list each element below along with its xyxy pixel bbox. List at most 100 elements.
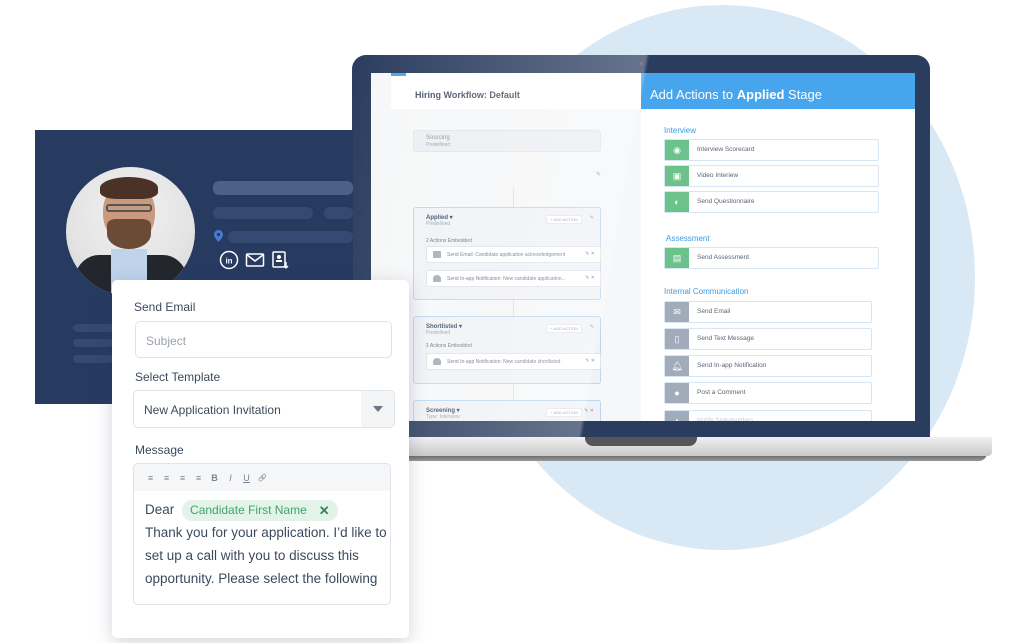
location-placeholder-bar bbox=[228, 231, 353, 243]
bell-icon bbox=[433, 358, 441, 365]
action-send-questionnaire[interactable]: ◐ Send Questionnaire bbox=[664, 191, 879, 213]
avatar-glasses bbox=[106, 204, 152, 212]
detail-placeholder-bar bbox=[73, 355, 113, 363]
bulleted-list-icon[interactable]: ≡ bbox=[146, 473, 155, 483]
action-text: Send In-app Notification: New candidate … bbox=[447, 276, 566, 282]
mail-icon: ✉ bbox=[665, 302, 689, 322]
link-icon[interactable]: 🔗 bbox=[258, 474, 267, 482]
template-select[interactable]: New Application Invitation bbox=[133, 390, 395, 428]
action-label: Send Email bbox=[697, 308, 731, 315]
merge-tag-label: Candidate First Name bbox=[190, 502, 307, 517]
stage-name: Sourcing bbox=[426, 135, 450, 141]
message-label: Message bbox=[135, 443, 184, 457]
action-interview-scorecard[interactable]: ◉ Interview Scorecard bbox=[664, 139, 879, 161]
embedded-action[interactable]: Send Email: Candidate application acknow… bbox=[426, 246, 601, 263]
mail-icon[interactable] bbox=[245, 250, 265, 270]
stage-name[interactable]: Screening ▾ bbox=[426, 407, 460, 414]
actions-count: 1 Actions Embedded bbox=[426, 343, 472, 349]
editor-toolbar: ≡ ≡ ≡ ≡ B I U 🔗 bbox=[134, 464, 390, 491]
subject-input[interactable]: Subject bbox=[135, 321, 392, 358]
action-send-assessment[interactable]: ▤ Send Assessment bbox=[664, 247, 879, 269]
merge-tag-chip[interactable]: Candidate First Name ✕ bbox=[182, 499, 338, 522]
workflow-title: Hiring Workflow: Default bbox=[415, 90, 520, 100]
embedded-action[interactable]: Send In-app Notification: New candidate … bbox=[426, 353, 601, 370]
stage-subtitle: Predefined bbox=[426, 221, 451, 227]
panel-title: Add Actions to Applied Stage bbox=[650, 87, 822, 102]
stage-card-shortlisted[interactable]: Shortlisted ▾ Predefined + ADD ACTION ✎ … bbox=[413, 316, 601, 384]
underline-icon[interactable]: U bbox=[242, 473, 251, 483]
message-body[interactable]: Dear Candidate First Name ✕ Thank you fo… bbox=[145, 498, 390, 590]
action-send-in-app-notification[interactable]: 🔔︎ Send In-app Notification bbox=[664, 355, 872, 377]
title-stage: Applied bbox=[736, 87, 785, 102]
phone-message-icon: ▯ bbox=[665, 329, 689, 349]
action-label: Post a Comment bbox=[697, 389, 746, 396]
candidate-avatar bbox=[66, 167, 195, 296]
section-internal-communication: Internal Communication bbox=[664, 287, 749, 296]
drag-handle-icon[interactable]: ⋮⋮ bbox=[417, 343, 429, 350]
action-send-text-message[interactable]: ▯ Send Text Message bbox=[664, 328, 872, 350]
laptop-screen: Hiring Workflow: Default ✎ Sourcing Pred… bbox=[371, 73, 915, 421]
comment-icon: ● bbox=[665, 383, 689, 403]
action-label: Video Interiew bbox=[697, 172, 739, 179]
form-title: Send Email bbox=[134, 300, 196, 314]
stage-card-applied[interactable]: Applied ▾ Predefined + ADD ACTION ✎ 2 Ac… bbox=[413, 207, 601, 300]
subject-placeholder: Subject bbox=[146, 334, 187, 348]
stage-name[interactable]: Applied ▾ bbox=[426, 214, 453, 221]
action-controls[interactable]: ✎ ✕ bbox=[585, 358, 595, 364]
section-assessment: Assessment bbox=[666, 234, 710, 243]
mail-icon bbox=[433, 251, 441, 258]
action-label: Interview Scorecard bbox=[697, 146, 755, 153]
chevron-down-icon bbox=[372, 406, 383, 412]
edit-icon[interactable]: ✎ bbox=[590, 324, 594, 330]
numbered-list-icon[interactable]: ≡ bbox=[162, 473, 171, 483]
message-editor[interactable]: ≡ ≡ ≡ ≡ B I U 🔗 Dear Candidate First Nam… bbox=[133, 463, 391, 605]
edit-icon[interactable]: ✎ bbox=[596, 171, 601, 178]
align-center-icon[interactable]: ≡ bbox=[194, 473, 203, 483]
notify-icon: ▲ bbox=[665, 411, 689, 421]
marketing-composite: Hiring Workflow: Default ✎ Sourcing Pred… bbox=[0, 0, 1024, 643]
dropdown-toggle[interactable] bbox=[361, 391, 394, 427]
resume-download-icon[interactable] bbox=[270, 250, 290, 270]
video-icon: ▣ bbox=[665, 166, 689, 186]
stage-card-sourcing[interactable]: Sourcing Predefined bbox=[413, 130, 601, 152]
laptop-notch bbox=[585, 437, 697, 446]
section-interview: Interview bbox=[664, 126, 697, 135]
edit-icon[interactable]: ✎ ✕ bbox=[584, 408, 594, 414]
avatar-hair bbox=[100, 177, 158, 199]
action-post-comment[interactable]: ● Post a Comment bbox=[664, 382, 872, 404]
detail-placeholder-bar bbox=[73, 339, 113, 347]
edit-icon[interactable]: ✎ bbox=[590, 215, 594, 221]
add-actions-panel: Add Actions to Applied Stage Interview ◉… bbox=[641, 73, 915, 421]
action-send-email[interactable]: ✉ Send Email bbox=[664, 301, 872, 323]
action-video-interview[interactable]: ▣ Video Interiew bbox=[664, 165, 879, 187]
bold-icon[interactable]: B bbox=[210, 473, 219, 483]
avatar-beard bbox=[107, 219, 151, 249]
linkedin-icon[interactable]: in bbox=[219, 250, 239, 270]
add-action-button[interactable]: + ADD ACTION bbox=[546, 215, 582, 224]
align-left-icon[interactable]: ≡ bbox=[178, 473, 187, 483]
stage-subtitle: Type: Interview bbox=[426, 414, 460, 420]
greeting-text: Dear bbox=[145, 502, 175, 517]
title-suffix: Stage bbox=[784, 87, 822, 102]
action-notify-stakeholders[interactable]: ▲ Notify Stakeholders bbox=[664, 410, 872, 421]
detail-placeholder-bar bbox=[73, 324, 113, 332]
stage-card-screening[interactable]: Screening ▾ Type: Interview + ADD ACTION… bbox=[413, 400, 601, 421]
template-label: Select Template bbox=[135, 370, 221, 384]
italic-icon[interactable]: I bbox=[226, 473, 235, 483]
stage-subtitle: Predefined bbox=[426, 330, 451, 336]
remove-tag-icon[interactable]: ✕ bbox=[319, 499, 330, 522]
action-label: Notify Stakeholders bbox=[697, 417, 754, 421]
laptop-camera bbox=[640, 62, 643, 65]
action-controls[interactable]: ✎ ✕ bbox=[585, 275, 595, 281]
name-placeholder-bar bbox=[213, 181, 353, 195]
workflow-header: Hiring Workflow: Default bbox=[391, 73, 641, 109]
bell-icon bbox=[433, 275, 441, 282]
stage-name[interactable]: Shortlisted ▾ bbox=[426, 323, 462, 330]
action-controls[interactable]: ✎ ✕ bbox=[585, 251, 595, 257]
send-email-form: Send Email Subject Select Template New A… bbox=[112, 280, 409, 638]
add-action-button[interactable]: + ADD ACTION bbox=[546, 324, 582, 333]
add-action-button[interactable]: + ADD ACTION bbox=[546, 408, 582, 417]
bell-icon: 🔔︎ bbox=[665, 356, 689, 376]
embedded-action[interactable]: Send In-app Notification: New candidate … bbox=[426, 270, 601, 287]
action-label: Send Assessment bbox=[697, 254, 750, 261]
